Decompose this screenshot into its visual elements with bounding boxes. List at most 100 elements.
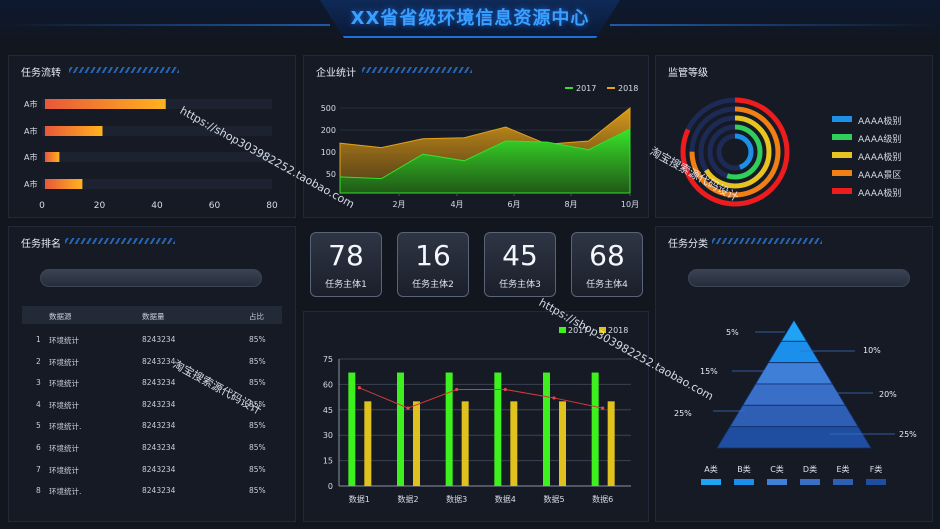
x-tick-label: 2月 <box>392 200 405 209</box>
bar-2018 <box>559 401 566 486</box>
bar-2017 <box>543 372 550 486</box>
bar-2018 <box>413 401 420 486</box>
legend-label: AAAA极别 <box>858 153 902 163</box>
category-label: A市 <box>24 99 37 109</box>
row-qty: 8243234 <box>142 421 176 431</box>
x-tick-label: 40 <box>151 201 163 211</box>
pyramid-band <box>729 404 859 428</box>
x-tick-label: 60 <box>209 201 221 211</box>
row-source: 环境统计 <box>49 465 79 475</box>
row-number: 8 <box>36 486 41 496</box>
row-qty: 8243234 <box>142 464 176 474</box>
legend-label: 2017 <box>576 84 596 93</box>
legend-label: AAAA极别 <box>858 117 902 127</box>
y-tick-label: 30 <box>323 431 333 440</box>
category-label: B类 <box>737 465 751 474</box>
table-header-pct: 占比 <box>249 312 264 321</box>
category-swatch <box>767 479 787 485</box>
legend-label: AAAA级别 <box>858 135 902 145</box>
task-rank-search-pill[interactable] <box>40 269 262 287</box>
category-label: F类 <box>869 465 883 474</box>
pyramid-band <box>780 319 808 342</box>
legend-swatch <box>559 327 566 333</box>
stat-value: 78 <box>328 239 364 272</box>
category-swatch <box>833 479 853 485</box>
y-tick-label: 100 <box>321 148 336 157</box>
page-title: XX省省级环境信息资源中心 <box>350 8 590 29</box>
row-pct: 85% <box>249 378 266 388</box>
row-source: 环境统计 <box>49 444 79 453</box>
bar <box>45 99 166 109</box>
x-tick-label: 数据6 <box>592 494 613 504</box>
y-tick-label: 200 <box>321 126 336 135</box>
enterprise-area-chart: 500 200 100 50 2017 2018 2月 4月 6月 8月 10月 <box>321 84 639 209</box>
stat-value: 68 <box>589 239 625 272</box>
x-tick-label: 10月 <box>621 200 639 209</box>
bar-2017 <box>445 372 453 486</box>
row-number: 7 <box>36 464 41 474</box>
category-swatch <box>734 479 754 485</box>
bar-2017 <box>397 372 404 486</box>
row-source: 环境统计. <box>49 422 82 432</box>
bar <box>45 152 60 162</box>
pyramid-label: 15% <box>700 367 718 376</box>
stat-card-2[interactable]: 16 任务主体2 <box>397 232 469 297</box>
bar-2017 <box>348 372 356 486</box>
row-pct: 85% <box>249 486 266 496</box>
row-number: 6 <box>36 443 41 452</box>
legend-label: 2018 <box>618 84 638 93</box>
bar-2017 <box>591 372 599 486</box>
stat-card-3[interactable]: 45 任务主体3 <box>484 232 556 297</box>
task-flow-bar-chart: A市 A市 A市 A市 0 20 40 60 80 <box>24 99 278 211</box>
stat-label: 任务主体3 <box>499 280 541 290</box>
y-tick-label: 60 <box>323 380 333 389</box>
row-qty: 8243234 <box>142 486 176 496</box>
x-tick-label: 20 <box>94 201 106 211</box>
row-qty: 8243234 <box>142 378 176 388</box>
category-label: D类 <box>802 465 818 474</box>
table-header-qty: 数据量 <box>142 312 165 321</box>
row-qty: 8243234 <box>142 356 176 366</box>
trend-point <box>357 386 361 390</box>
row-qty: 8243234 <box>142 335 176 344</box>
category-label: E类 <box>836 465 850 474</box>
row-pct: 85% <box>249 335 266 344</box>
stat-card-1[interactable]: 78 任务主体1 <box>310 232 382 297</box>
x-tick-label: 8月 <box>564 200 577 209</box>
pyramid-label: 25% <box>674 409 692 418</box>
panel-title-task-rank: 任务排名 <box>21 239 61 250</box>
row-source: 环境统计 <box>49 400 79 410</box>
category-label: C类 <box>770 465 784 474</box>
pyramid-band <box>754 362 834 385</box>
row-source: 环境统计. <box>49 487 82 497</box>
trend-point <box>552 396 556 400</box>
row-source: 环境统计 <box>49 379 79 389</box>
trend-line <box>359 387 603 409</box>
stat-label: 任务主体1 <box>325 280 367 290</box>
stat-label: 任务主体4 <box>586 280 628 290</box>
row-source: 环境统计 <box>49 357 79 367</box>
row-pct: 85% <box>249 421 266 431</box>
legend-swatch <box>832 134 852 140</box>
legend-label: AAAA极别 <box>858 189 902 199</box>
category-label: A类 <box>704 465 718 474</box>
pyramid-band <box>741 383 847 406</box>
x-tick-label: 数据5 <box>543 494 564 504</box>
title-stripes <box>65 238 175 244</box>
row-pct: 85% <box>249 464 266 474</box>
y-tick-label: 500 <box>321 104 336 113</box>
pyramid-band <box>716 426 872 449</box>
y-tick-label: 75 <box>323 355 333 364</box>
row-qty: 8243234 <box>142 443 176 452</box>
legend-swatch <box>832 188 852 194</box>
pyramid-label: 10% <box>863 346 881 355</box>
row-number: 3 <box>36 378 41 388</box>
stat-card-4[interactable]: 68 任务主体4 <box>571 232 643 297</box>
pyramid-label: 25% <box>899 430 917 439</box>
row-number: 1 <box>36 335 41 344</box>
task-pyramid-chart <box>713 319 895 449</box>
stat-value: 16 <box>415 239 451 272</box>
row-pct: 85% <box>249 443 266 452</box>
trend-point <box>406 406 410 410</box>
category-label: A市 <box>24 152 37 162</box>
